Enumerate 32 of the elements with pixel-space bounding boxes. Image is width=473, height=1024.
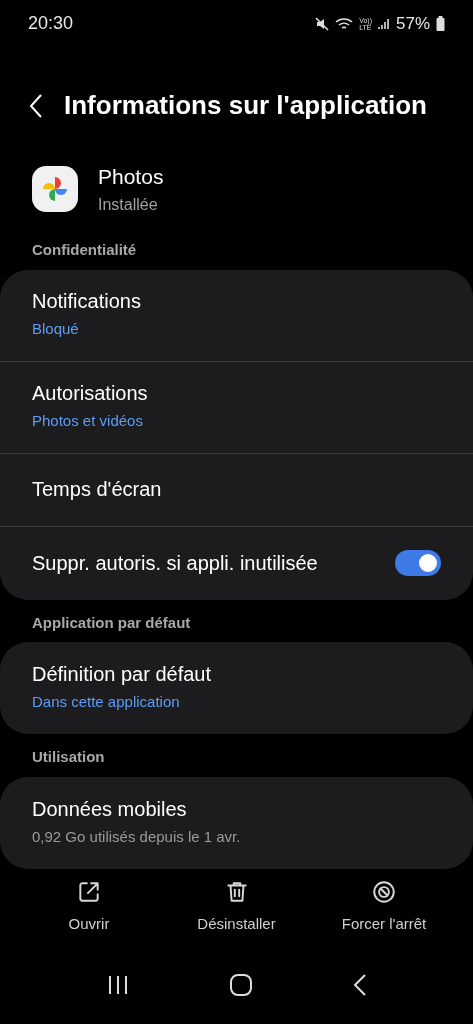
action-button[interactable]: Ouvrir: [24, 879, 154, 936]
section-header: Utilisation: [31, 747, 106, 767]
signal-icon: [377, 17, 390, 30]
page-title: Informations sur l'application: [64, 89, 427, 122]
setting-label[interactable]: Données mobiles: [32, 796, 441, 822]
app-icon: [32, 166, 78, 213]
setting-value: 0,92 Go utilisés depuis le 1 avr.: [32, 826, 242, 847]
block-icon: [371, 879, 397, 906]
battery-icon: [436, 16, 445, 32]
status-time: 20:30: [28, 12, 74, 36]
wifi-icon: [335, 16, 354, 31]
action-button[interactable]: Désinstaller: [171, 879, 302, 936]
section-header: Confidentialité: [31, 240, 138, 260]
setting-value: Bloqué: [32, 319, 80, 340]
setting-label[interactable]: Notifications: [32, 289, 441, 315]
setting-label[interactable]: Suppr. autoris. si appli. inutilisée: [32, 550, 395, 576]
setting-value: Dans cette application: [32, 692, 181, 713]
mute-icon: [315, 16, 330, 31]
section-header: Application par défaut: [31, 612, 192, 633]
action-button[interactable]: Forcer l'arrêt: [319, 879, 449, 936]
back-icon[interactable]: [28, 92, 44, 119]
app-name: Photos: [98, 164, 164, 191]
toggle-switch[interactable]: [395, 550, 441, 576]
setting-label[interactable]: Définition par défaut: [32, 662, 441, 688]
home-icon[interactable]: [229, 974, 252, 997]
setting-label[interactable]: Temps d'écran: [32, 477, 441, 502]
app-status: Installée: [98, 194, 159, 215]
battery-percent: 57%: [395, 13, 430, 36]
setting-value: Photos et vidéos: [32, 411, 144, 432]
back-icon[interactable]: [352, 974, 367, 997]
recents-icon[interactable]: [106, 974, 129, 997]
setting-label[interactable]: Autorisations: [32, 381, 441, 407]
